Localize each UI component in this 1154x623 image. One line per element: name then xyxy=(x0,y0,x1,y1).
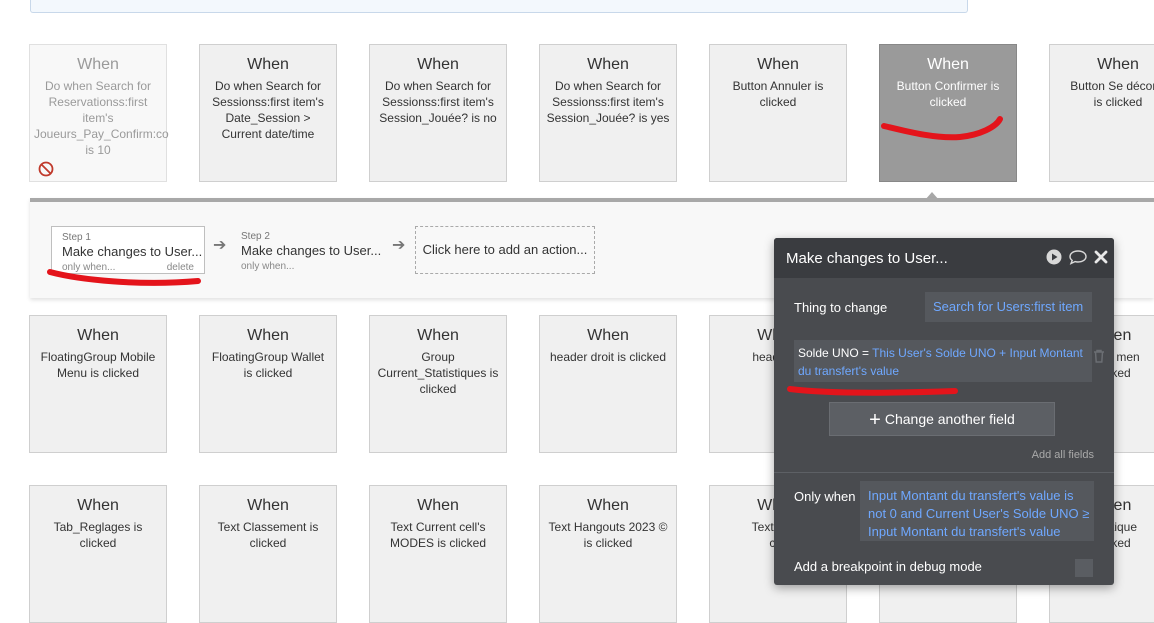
event-card-when: When xyxy=(417,56,459,73)
step-number: Step 1 xyxy=(62,232,91,243)
arrow-right-icon: ➔ xyxy=(213,237,227,254)
event-card-description: Do when Search for Sessionss:first item'… xyxy=(546,79,670,125)
event-card[interactable]: When Button Se déconn is clicked xyxy=(1049,44,1154,182)
event-card[interactable]: When Button Annuler is clicked xyxy=(709,44,847,182)
event-card[interactable]: When Text Current cell's MODES is clicked xyxy=(369,485,507,623)
step-number: Step 2 xyxy=(241,231,270,242)
event-card-when: When xyxy=(247,56,289,73)
event-card[interactable]: When Do when Search for Sessionss:first i… xyxy=(369,44,507,182)
event-card-description: Button Confirmer is clicked xyxy=(896,79,1000,109)
event-card[interactable]: When Do when Search for Reservationss:fir… xyxy=(29,44,169,182)
change-another-field-button[interactable]: + Change another field xyxy=(829,402,1055,436)
event-card-when: When xyxy=(247,327,289,344)
add-action-button[interactable]: Click here to add an action... xyxy=(415,226,595,274)
event-card-when: When xyxy=(757,56,799,73)
event-card-when: When xyxy=(1097,56,1139,73)
step-condition-link[interactable]: only when... xyxy=(241,261,294,272)
only-when-label: Only when xyxy=(794,489,856,504)
event-card-when: When xyxy=(77,327,119,344)
event-card-description: Text Hangouts 2023 © is clicked xyxy=(548,520,668,550)
event-card[interactable]: When Text Hangouts 2023 © is clicked xyxy=(539,485,677,623)
step-title: Make changes to User... xyxy=(241,243,382,258)
event-card[interactable]: When header droit is clicked xyxy=(539,315,677,453)
arrow-right-icon: ➔ xyxy=(392,237,406,254)
comment-icon[interactable] xyxy=(1068,249,1088,265)
event-card-when: When xyxy=(77,497,119,514)
event-card-when: When xyxy=(247,497,289,514)
thing-to-change-label: Thing to change xyxy=(794,300,888,315)
breakpoint-label: Add a breakpoint in debug mode xyxy=(794,559,982,574)
event-card-description: Text Current cell's MODES is clicked xyxy=(389,520,487,550)
event-card-when: When xyxy=(587,56,629,73)
property-editor: Make changes to User... Thing to change … xyxy=(774,238,1114,585)
step-title: Make changes to User... xyxy=(62,244,203,259)
field-assignment-row[interactable]: Solde UNO = This User's Solde UNO + Inpu… xyxy=(794,340,1092,382)
only-when-condition[interactable]: Input Montant du transfert's value is no… xyxy=(860,481,1094,541)
event-card-when: When xyxy=(417,497,459,514)
top-banner xyxy=(30,0,968,13)
property-editor-header: Make changes to User... xyxy=(774,238,1114,278)
event-card[interactable]: When Tab_Reglages is clicked xyxy=(29,485,167,623)
event-card-description: Tab_Reglages is clicked xyxy=(53,520,143,550)
event-card[interactable]: When Button Confirmer is clicked xyxy=(879,44,1017,182)
event-card-when: When xyxy=(587,327,629,344)
disabled-icon xyxy=(38,161,54,177)
event-card[interactable]: When Text Classement is clicked xyxy=(199,485,337,623)
event-card-description: Do when Search for Sessionss:first item'… xyxy=(212,79,324,141)
event-card-description: Text Classement is clicked xyxy=(217,520,319,550)
event-card-description: Do when Search for Sessionss:first item'… xyxy=(379,79,497,125)
add-all-fields-link[interactable]: Add all fields xyxy=(1032,449,1094,461)
event-card-description: FloatingGroup Wallet is clicked xyxy=(211,350,325,380)
step-2[interactable]: Step 2 Make changes to User... only when… xyxy=(231,226,385,274)
plus-icon: + xyxy=(869,409,881,431)
event-card-description: Group Current_Statistiques is clicked xyxy=(377,350,499,396)
event-card-when: When xyxy=(587,497,629,514)
event-card-description: Do when Search for Reservationss:first i… xyxy=(34,79,169,157)
trash-icon[interactable] xyxy=(1092,348,1106,364)
event-card[interactable]: When FloatingGroup Mobile Menu is clicked xyxy=(29,315,167,453)
step-condition-link[interactable]: only when... xyxy=(62,262,115,273)
play-icon[interactable] xyxy=(1046,249,1062,265)
event-card-when: When xyxy=(417,327,459,344)
field-key: Solde UNO = xyxy=(798,346,873,360)
event-card[interactable]: When Group Current_Statistiques is clicke… xyxy=(369,315,507,453)
event-card-description: FloatingGroup Mobile Menu is clicked xyxy=(40,350,156,380)
step-1[interactable]: Step 1 Make changes to User... only when… xyxy=(51,226,205,274)
close-icon[interactable] xyxy=(1094,250,1108,264)
event-card[interactable]: When Do when Search for Sessionss:first i… xyxy=(539,44,677,182)
event-card-description: Button Annuler is clicked xyxy=(732,79,824,109)
event-card-when: When xyxy=(927,56,969,73)
breakpoint-checkbox[interactable] xyxy=(1075,559,1093,577)
step-delete-link[interactable]: delete xyxy=(167,262,194,273)
section-divider xyxy=(774,472,1114,473)
event-card-description: Button Se déconn is clicked xyxy=(1070,79,1154,109)
event-card[interactable]: When FloatingGroup Wallet is clicked xyxy=(199,315,337,453)
event-card[interactable]: When Do when Search for Sessionss:first i… xyxy=(199,44,337,182)
change-another-field-label: Change another field xyxy=(884,411,1015,427)
event-card-when: When xyxy=(77,56,119,73)
event-card-description: header droit is clicked xyxy=(549,350,667,364)
property-editor-title: Make changes to User... xyxy=(786,250,948,267)
thing-to-change-value[interactable]: Search for Users:first item xyxy=(925,292,1092,322)
